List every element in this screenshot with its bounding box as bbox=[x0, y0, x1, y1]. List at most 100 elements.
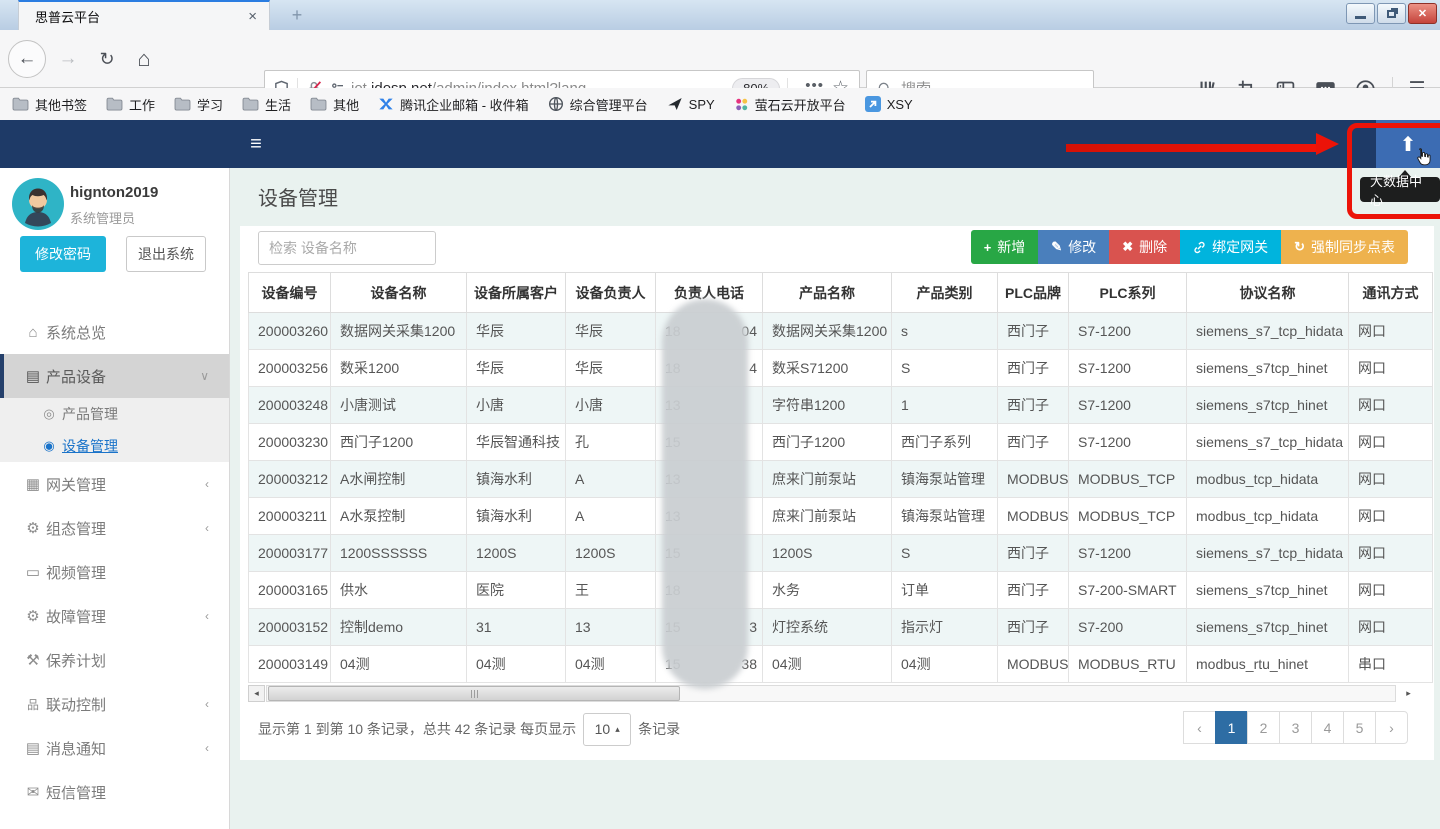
forward-button[interactable]: → bbox=[54, 49, 82, 69]
sidebar-item-linkage[interactable]: 品 联动控制 ‹ bbox=[0, 682, 229, 726]
tab-close-icon[interactable]: × bbox=[246, 8, 259, 25]
logout-button[interactable]: 退出系统 bbox=[126, 236, 206, 272]
sidebar-item-video[interactable]: ▭ 视频管理 bbox=[0, 550, 229, 594]
column-header[interactable]: 产品类别 bbox=[892, 273, 998, 313]
force-sync-button[interactable]: ↻强制同步点表 bbox=[1281, 230, 1408, 264]
page-size-select[interactable]: 10 ▴ bbox=[583, 713, 631, 746]
table-row[interactable]: 200003212 A水闸控制 镇海水利 A 13 庶来门前泵站 镇海泵站管理 … bbox=[249, 461, 1433, 498]
cell-plc-series: S7-1200 bbox=[1069, 535, 1187, 572]
bind-gateway-button[interactable]: 绑定网关 bbox=[1180, 230, 1281, 264]
page-button[interactable]: 5 bbox=[1343, 711, 1376, 744]
cell-category: s bbox=[892, 313, 998, 350]
restore-button[interactable] bbox=[1377, 3, 1406, 24]
cell-owner: 13 bbox=[566, 609, 656, 646]
page-button[interactable]: › bbox=[1375, 711, 1408, 744]
reload-button[interactable]: ↻ bbox=[94, 47, 120, 71]
bookmark-folder[interactable]: 其他 bbox=[310, 95, 359, 114]
sidebar-item-sms[interactable]: ✉ 短信管理 bbox=[0, 770, 229, 814]
bookmark-folder[interactable]: 生活 bbox=[242, 95, 291, 114]
table-row[interactable]: 200003248 小唐测试 小唐 小唐 13 字符串1200 1 西门子 S7… bbox=[249, 387, 1433, 424]
back-button[interactable]: ← bbox=[8, 40, 46, 78]
sidebar-item-faults[interactable]: ⚙ 故障管理 ‹ bbox=[0, 594, 229, 638]
column-header[interactable]: 设备负责人 bbox=[566, 273, 656, 313]
book-icon: ▤ bbox=[22, 367, 44, 385]
table-row[interactable]: 200003260 数据网关采集1200 华辰 华辰 1804 数据网关采集12… bbox=[249, 313, 1433, 350]
bookmark-label: 萤石云开放平台 bbox=[755, 95, 846, 114]
column-header[interactable]: 设备所属客户 bbox=[467, 273, 566, 313]
delete-button[interactable]: ✖删除 bbox=[1109, 230, 1180, 264]
sidebar-item-products[interactable]: ▤ 产品设备 ∨ bbox=[0, 354, 229, 398]
close-button[interactable]: ✕ bbox=[1408, 3, 1437, 24]
bookmark-label: 其他书签 bbox=[35, 95, 87, 114]
scrollbar-thumb[interactable] bbox=[268, 686, 680, 701]
bookmark-label: 综合管理平台 bbox=[570, 95, 648, 114]
home-button[interactable]: ⌂ bbox=[130, 45, 158, 73]
table-row[interactable]: 200003177 1200SSSSSS 1200S 1200S 15 1200… bbox=[249, 535, 1433, 572]
sidebar-item-scada[interactable]: ⚙ 组态管理 ‹ bbox=[0, 506, 229, 550]
bookmark-folder[interactable]: 学习 bbox=[174, 95, 223, 114]
browser-tab[interactable]: 思普云平台 × bbox=[18, 0, 270, 30]
page-button[interactable]: 2 bbox=[1247, 711, 1280, 744]
bookmark-folder[interactable]: 工作 bbox=[106, 95, 155, 114]
horizontal-scrollbar[interactable]: ◂ ▸ bbox=[248, 685, 1432, 702]
bookmark-folder[interactable]: 其他书签 bbox=[12, 95, 87, 114]
change-password-button[interactable]: 修改密码 bbox=[20, 236, 106, 272]
cell-device-name: A水闸控制 bbox=[331, 461, 467, 498]
scroll-left-button[interactable]: ◂ bbox=[248, 685, 265, 702]
bookmark-label: 其他 bbox=[333, 95, 359, 114]
edit-button[interactable]: ✎修改 bbox=[1038, 230, 1109, 264]
sidebar-item-device-mgmt[interactable]: ◉ 设备管理 bbox=[0, 430, 229, 462]
tab-title: 思普云平台 bbox=[35, 7, 246, 26]
bookmark-link-xsy[interactable]: XSY bbox=[865, 96, 913, 112]
page-button[interactable]: 1 bbox=[1215, 711, 1248, 744]
page-button[interactable]: ‹ bbox=[1183, 711, 1216, 744]
cell-product: 数采S71200 bbox=[763, 350, 892, 387]
user-role: 系统管理员 bbox=[70, 208, 135, 227]
avatar[interactable] bbox=[12, 178, 64, 230]
bookmark-label: 生活 bbox=[265, 95, 291, 114]
add-button[interactable]: +新增 bbox=[971, 230, 1039, 264]
restore-icon bbox=[1387, 10, 1396, 18]
column-header[interactable]: PLC系列 bbox=[1069, 273, 1187, 313]
page-button[interactable]: 4 bbox=[1311, 711, 1344, 744]
sidebar-item-notifications[interactable]: ▤ 消息通知 ‹ bbox=[0, 726, 229, 770]
column-header[interactable]: PLC品牌 bbox=[998, 273, 1069, 313]
new-tab-button[interactable]: + bbox=[284, 3, 310, 28]
column-header[interactable]: 设备编号 bbox=[249, 273, 331, 313]
cell-owner: 小唐 bbox=[566, 387, 656, 424]
gateway-icon: ▦ bbox=[22, 475, 44, 493]
bookmark-link-mgmt[interactable]: 综合管理平台 bbox=[548, 95, 648, 114]
table-row[interactable]: 200003211 A水泵控制 镇海水利 A 13 庶来门前泵站 镇海泵站管理 … bbox=[249, 498, 1433, 535]
table-row[interactable]: 200003256 数采1200 华辰 华辰 184 数采S71200 S 西门… bbox=[249, 350, 1433, 387]
page-button[interactable]: 3 bbox=[1279, 711, 1312, 744]
bookmark-label: 工作 bbox=[129, 95, 155, 114]
sitemap-icon: 品 bbox=[22, 696, 44, 713]
device-search-input[interactable] bbox=[258, 231, 436, 265]
sidebar-item-maintenance[interactable]: ⚒ 保养计划 bbox=[0, 638, 229, 682]
chevron-left-icon: ‹ bbox=[205, 521, 209, 535]
table-row[interactable]: 200003230 西门子1200 华辰智通科技 孔 15 西门子1200 西门… bbox=[249, 424, 1433, 461]
column-header[interactable]: 协议名称 bbox=[1187, 273, 1349, 313]
table-row[interactable]: 200003165 供水 医院 王 18 水务 订单 西门子 S7-200-SM… bbox=[249, 572, 1433, 609]
column-header[interactable]: 设备名称 bbox=[331, 273, 467, 313]
bookmark-label: 腾讯企业邮箱 - 收件箱 bbox=[400, 95, 529, 114]
minimize-button[interactable] bbox=[1346, 3, 1375, 24]
table-row[interactable]: 200003149 04测 04测 04测 1538 04测 04测 MODBU… bbox=[249, 646, 1433, 683]
bookmark-link-spy[interactable]: SPY bbox=[667, 96, 715, 112]
sidebar-item-product-mgmt[interactable]: ◎ 产品管理 bbox=[0, 398, 229, 430]
column-header[interactable]: 通讯方式 bbox=[1349, 273, 1433, 313]
column-header[interactable]: 产品名称 bbox=[763, 273, 892, 313]
cell-owner: 04测 bbox=[566, 646, 656, 683]
refresh-icon: ↻ bbox=[1294, 239, 1305, 255]
sidebar-item-gateway[interactable]: ▦ 网关管理 ‹ bbox=[0, 462, 229, 506]
bookmark-link-mail[interactable]: 腾讯企业邮箱 - 收件箱 bbox=[378, 95, 529, 114]
scroll-right-button[interactable]: ▸ bbox=[1400, 685, 1417, 702]
sidebar-item-overview[interactable]: ⌂ 系统总览 bbox=[0, 310, 229, 354]
bookmark-link-ezviz[interactable]: 萤石云开放平台 bbox=[734, 95, 846, 114]
ezviz-icon bbox=[734, 97, 749, 112]
cell-category: 镇海泵站管理 bbox=[892, 461, 998, 498]
sidebar-toggle-icon[interactable]: ≡ bbox=[241, 120, 271, 168]
table-row[interactable]: 200003152 控制demo 31 13 153 灯控系统 指示灯 西门子 … bbox=[249, 609, 1433, 646]
cell-device-name: 控制demo bbox=[331, 609, 467, 646]
chevron-left-icon: ‹ bbox=[205, 609, 209, 623]
